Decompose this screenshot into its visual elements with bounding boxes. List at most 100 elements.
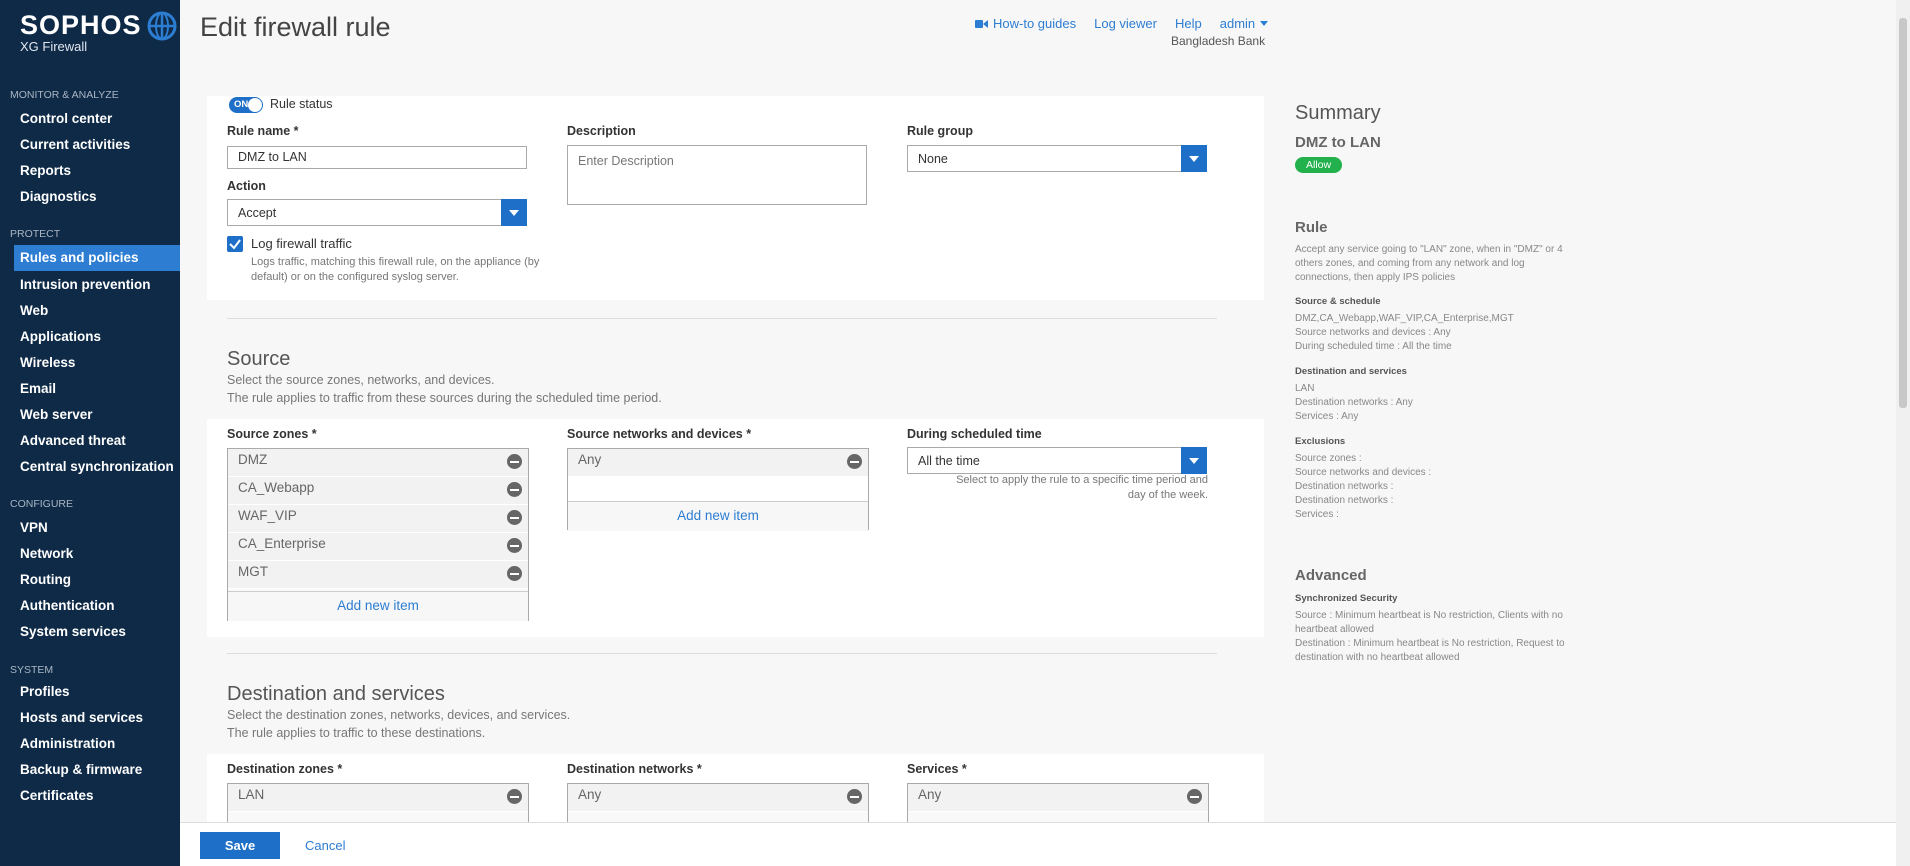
description-textarea[interactable]: Enter Description (567, 145, 867, 205)
zone-name: LAN (238, 787, 265, 802)
nav-administration[interactable]: Administration (20, 736, 115, 751)
nav-hosts-and-services[interactable]: Hosts and services (20, 710, 143, 725)
list-item: CA_Enterprise (228, 533, 528, 561)
summary-destination-line-1: LAN (1295, 383, 1315, 394)
remove-icon[interactable] (507, 510, 522, 525)
rule-group-select[interactable]: None (907, 145, 1207, 172)
status-badge: Allow (1295, 157, 1343, 173)
remove-icon[interactable] (507, 538, 522, 553)
nav-diagnostics[interactable]: Diagnostics (20, 189, 97, 204)
nav-control-center[interactable]: Control center (20, 111, 112, 126)
checkmark-icon (229, 239, 241, 250)
remove-icon[interactable] (507, 482, 522, 497)
zone-name: WAF_VIP (238, 508, 297, 523)
nav-certificates[interactable]: Certificates (20, 788, 94, 803)
destination-networks-list: Any (567, 783, 869, 822)
list-item: Any (908, 784, 1208, 812)
source-networks-label: Source networks and devices * (567, 427, 752, 441)
nav-routing[interactable]: Routing (20, 572, 71, 587)
summary-sync-destination: Destination : Minimum heartbeat is No re… (1295, 638, 1565, 663)
list-item: Any (568, 784, 868, 812)
nav-central-synchronization[interactable]: Central synchronization (20, 459, 174, 474)
zone-name: MGT (238, 564, 268, 579)
action-select[interactable]: Accept (227, 199, 527, 226)
summary-exclusion-line-2: Source networks and devices : (1295, 467, 1432, 478)
summary-source-line-2: Source networks and devices : Any (1295, 327, 1451, 338)
nav-wireless[interactable]: Wireless (20, 355, 75, 370)
action-value: Accept (238, 206, 277, 220)
chevron-down-icon (1181, 145, 1207, 172)
nav-rules-and-policies[interactable]: Rules and policies (14, 245, 180, 271)
admin-menu[interactable]: admin (1220, 16, 1269, 31)
summary-exclusions-heading: Exclusions (1295, 436, 1346, 447)
toggle-on-label: ON (234, 99, 249, 110)
zone-name: CA_Enterprise (238, 536, 326, 551)
brand-name: SOPHOS (20, 10, 177, 41)
nav-backup-firmware[interactable]: Backup & firmware (20, 762, 142, 777)
log-traffic-label: Log firewall traffic (251, 236, 352, 251)
remove-icon[interactable] (507, 789, 522, 804)
rule-status-toggle[interactable]: ON (229, 97, 263, 113)
remove-icon[interactable] (847, 789, 862, 804)
destination-title: Destination and services (227, 683, 445, 705)
add-source-zone-button[interactable]: Add new item (228, 591, 528, 621)
summary-exclusion-line-3: Destination networks : (1295, 481, 1394, 492)
nav-email[interactable]: Email (20, 381, 56, 396)
scrollbar[interactable] (1896, 0, 1910, 866)
divider (227, 653, 1217, 654)
list-item: WAF_VIP (228, 505, 528, 533)
summary-sync-source: Source : Minimum heartbeat is No restric… (1295, 610, 1563, 635)
remove-icon[interactable] (507, 566, 522, 581)
zone-name: DMZ (238, 452, 268, 467)
description-label: Description (567, 124, 636, 138)
nav-reports[interactable]: Reports (20, 163, 71, 178)
nav-intrusion-prevention[interactable]: Intrusion prevention (20, 277, 151, 292)
help-link[interactable]: Help (1175, 16, 1202, 31)
nav-network[interactable]: Network (20, 546, 73, 561)
nav-authentication[interactable]: Authentication (20, 598, 115, 613)
caret-down-icon (1260, 20, 1269, 26)
cancel-button[interactable]: Cancel (305, 838, 345, 853)
save-button[interactable]: Save (200, 832, 280, 859)
schedule-label: During scheduled time (907, 427, 1042, 441)
destination-zones-list: LAN (227, 783, 529, 822)
source-networks-list: Any Add new item (567, 448, 869, 531)
nav-system-services[interactable]: System services (20, 624, 126, 639)
destination-desc-2: The rule applies to traffic to these des… (227, 726, 486, 740)
list-item: DMZ (228, 449, 528, 477)
nav-applications[interactable]: Applications (20, 329, 101, 344)
source-zones-list: DMZ CA_Webapp WAF_VIP CA_Enterprise MGT … (227, 448, 529, 621)
add-source-network-button[interactable]: Add new item (568, 501, 868, 531)
brand-product: XG Firewall (20, 39, 88, 54)
summary-destination-line-2: Destination networks : Any (1295, 397, 1413, 408)
remove-icon[interactable] (507, 454, 522, 469)
summary-source-line-3: During scheduled time : All the time (1295, 341, 1452, 352)
log-traffic-checkbox[interactable] (227, 236, 243, 252)
summary-exclusion-line-5: Services : (1295, 509, 1339, 520)
scrollbar-thumb[interactable] (1899, 18, 1907, 408)
log-viewer-link[interactable]: Log viewer (1094, 16, 1157, 31)
services-label: Services * (907, 762, 967, 776)
list-item: Any (568, 449, 868, 477)
summary-title: Summary (1295, 102, 1381, 124)
schedule-select[interactable]: All the time (907, 447, 1207, 474)
howto-label: How-to guides (993, 16, 1077, 31)
rule-status-label: Rule status (270, 97, 333, 111)
nav-vpn[interactable]: VPN (20, 520, 48, 535)
globe-icon (147, 11, 177, 40)
destination-zones-label: Destination zones * (227, 762, 343, 776)
nav-web-server[interactable]: Web server (20, 407, 93, 422)
remove-icon[interactable] (847, 454, 862, 469)
remove-icon[interactable] (1187, 789, 1202, 804)
summary-destination-line-3: Services : Any (1295, 411, 1359, 422)
source-title: Source (227, 348, 291, 370)
rule-name-input[interactable]: DMZ to LAN (227, 146, 527, 169)
nav-advanced-threat[interactable]: Advanced threat (20, 433, 126, 448)
nav-profiles[interactable]: Profiles (20, 684, 70, 699)
howto-link[interactable]: How-to guides (975, 16, 1076, 31)
divider (227, 318, 1217, 319)
nav-current-activities[interactable]: Current activities (20, 137, 130, 152)
source-zones-label: Source zones * (227, 427, 317, 441)
chevron-down-icon (501, 199, 527, 226)
nav-web[interactable]: Web (20, 303, 48, 318)
